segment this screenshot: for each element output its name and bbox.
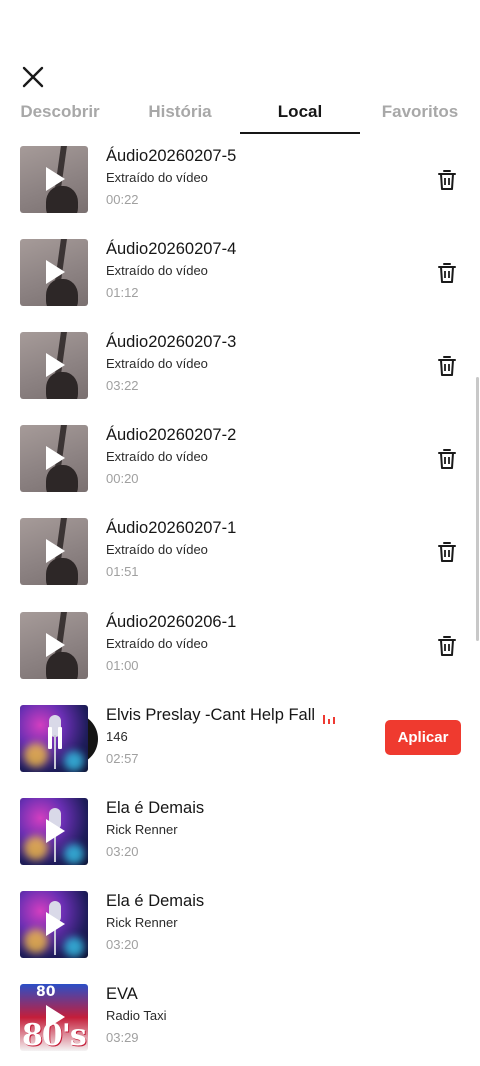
item-subtitle: Extraído do vídeo: [106, 170, 208, 185]
tab-historia[interactable]: História: [120, 96, 240, 136]
delete-button[interactable]: [434, 446, 460, 472]
list-item[interactable]: Áudio20260207-5 Extraído do vídeo 00:22: [0, 140, 480, 233]
scrollbar[interactable]: [476, 377, 479, 641]
delete-button[interactable]: [434, 353, 460, 379]
item-duration: 01:12: [106, 285, 139, 300]
item-duration: 00:22: [106, 192, 139, 207]
list-item[interactable]: Áudio20260207-3 Extraído do vídeo 03:22: [0, 326, 480, 419]
item-title: Elvis Preslay -Cant Help Fall: [106, 706, 316, 724]
play-icon: [46, 539, 65, 563]
active-tab-indicator: [240, 132, 360, 134]
delete-button[interactable]: [434, 260, 460, 286]
audio-list[interactable]: Áudio20260207-5 Extraído do vídeo 00:22 …: [0, 140, 480, 1066]
trash-icon: [438, 449, 456, 469]
audio-thumbnail[interactable]: [20, 705, 88, 772]
item-duration: 03:20: [106, 937, 139, 952]
play-icon: [46, 446, 65, 470]
list-item[interactable]: Áudio20260207-1 Extraído do vídeo 01:51: [0, 512, 480, 605]
audio-thumbnail[interactable]: [20, 332, 88, 399]
item-duration: 01:00: [106, 658, 139, 673]
item-subtitle: Rick Renner: [106, 915, 178, 930]
item-duration: 01:51: [106, 564, 139, 579]
item-title: EVA: [106, 985, 138, 1003]
close-button[interactable]: [18, 62, 48, 92]
play-icon: [46, 260, 65, 284]
audio-thumbnail[interactable]: [20, 146, 88, 213]
item-subtitle: Extraído do vídeo: [106, 356, 208, 371]
audio-thumbnail[interactable]: [20, 891, 88, 958]
item-subtitle: 146: [106, 729, 128, 744]
trash-icon: [438, 636, 456, 656]
tab-favoritos[interactable]: Favoritos: [360, 96, 480, 136]
item-duration: 03:22: [106, 378, 139, 393]
item-title: Áudio20260206-1: [106, 613, 237, 631]
item-duration: 03:29: [106, 1030, 139, 1045]
item-subtitle: Extraído do vídeo: [106, 449, 208, 464]
item-duration: 03:20: [106, 844, 139, 859]
trash-icon: [438, 263, 456, 283]
trash-icon: [438, 170, 456, 190]
pause-icon: [48, 727, 62, 749]
audio-thumbnail[interactable]: 80 80's: [20, 984, 88, 1051]
item-duration: 02:57: [106, 751, 139, 766]
tab-bar: Descobrir História Local Favoritos: [0, 96, 480, 136]
item-subtitle: Extraído do vídeo: [106, 636, 208, 651]
audio-thumbnail[interactable]: [20, 798, 88, 865]
item-subtitle: Rick Renner: [106, 822, 178, 837]
item-subtitle: Extraído do vídeo: [106, 542, 208, 557]
trash-icon: [438, 356, 456, 376]
delete-button[interactable]: [434, 167, 460, 193]
play-icon: [46, 633, 65, 657]
list-item[interactable]: Áudio20260206-1 Extraído do vídeo 01:00: [0, 606, 480, 699]
item-subtitle: Radio Taxi: [106, 1008, 167, 1023]
list-item[interactable]: Áudio20260207-2 Extraído do vídeo 00:20: [0, 419, 480, 512]
item-title: Ela é Demais: [106, 892, 205, 910]
audio-thumbnail[interactable]: [20, 239, 88, 306]
item-subtitle: Extraído do vídeo: [106, 263, 208, 278]
play-icon: [46, 819, 65, 843]
tab-descobrir[interactable]: Descobrir: [0, 96, 120, 136]
delete-button[interactable]: [434, 633, 460, 659]
tab-local[interactable]: Local: [240, 96, 360, 136]
item-title: Áudio20260207-4: [106, 240, 237, 258]
trash-icon: [438, 542, 456, 562]
item-title: Áudio20260207-3: [106, 333, 237, 351]
audio-thumbnail[interactable]: [20, 425, 88, 492]
play-icon: [46, 912, 65, 936]
item-title: Ela é Demais: [106, 799, 205, 817]
play-icon: [46, 167, 65, 191]
list-item[interactable]: Elvis Preslay -Cant Help Fall 146 02:57 …: [0, 699, 480, 792]
delete-button[interactable]: [434, 539, 460, 565]
item-title: Áudio20260207-2: [106, 426, 237, 444]
item-duration: 00:20: [106, 471, 139, 486]
item-title: Áudio20260207-5: [106, 147, 237, 165]
apply-button[interactable]: Aplicar: [385, 720, 461, 755]
list-item[interactable]: 80 80's EVA Radio Taxi 03:29: [0, 978, 480, 1066]
equalizer-icon: [323, 712, 337, 724]
list-item[interactable]: Áudio20260207-4 Extraído do vídeo 01:12: [0, 233, 480, 326]
play-icon: [46, 1005, 65, 1029]
list-item[interactable]: Ela é Demais Rick Renner 03:20: [0, 885, 480, 978]
audio-thumbnail[interactable]: [20, 612, 88, 679]
close-icon: [22, 66, 44, 88]
album-art-text: 80: [36, 984, 56, 1000]
item-title: Áudio20260207-1: [106, 519, 237, 537]
play-icon: [46, 353, 65, 377]
audio-thumbnail[interactable]: [20, 518, 88, 585]
list-item[interactable]: Ela é Demais Rick Renner 03:20: [0, 792, 480, 885]
